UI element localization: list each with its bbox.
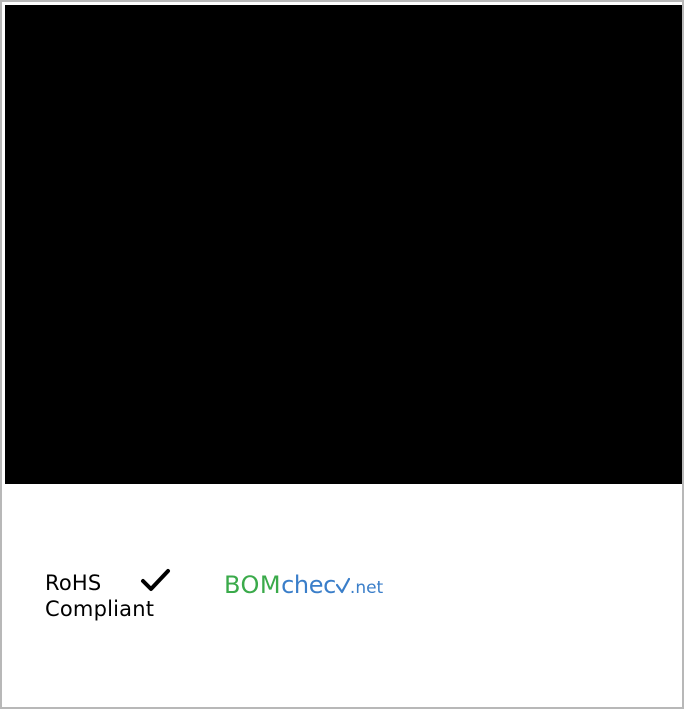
- bomcheck-logo: BOMchec .net: [224, 571, 383, 599]
- bomcheck-net-text: .net: [349, 578, 384, 598]
- black-image-area: [5, 5, 682, 484]
- rohs-label: RoHS: [45, 571, 102, 595]
- bomcheck-bom-text: BOM: [224, 571, 282, 599]
- compliant-label: Compliant: [45, 597, 155, 621]
- check-icon: [141, 569, 170, 591]
- bomcheck-tick-icon: [335, 577, 350, 594]
- bomcheck-check-text: chec: [281, 571, 336, 599]
- rohs-compliant-badge: RoHS Compliant: [45, 570, 154, 622]
